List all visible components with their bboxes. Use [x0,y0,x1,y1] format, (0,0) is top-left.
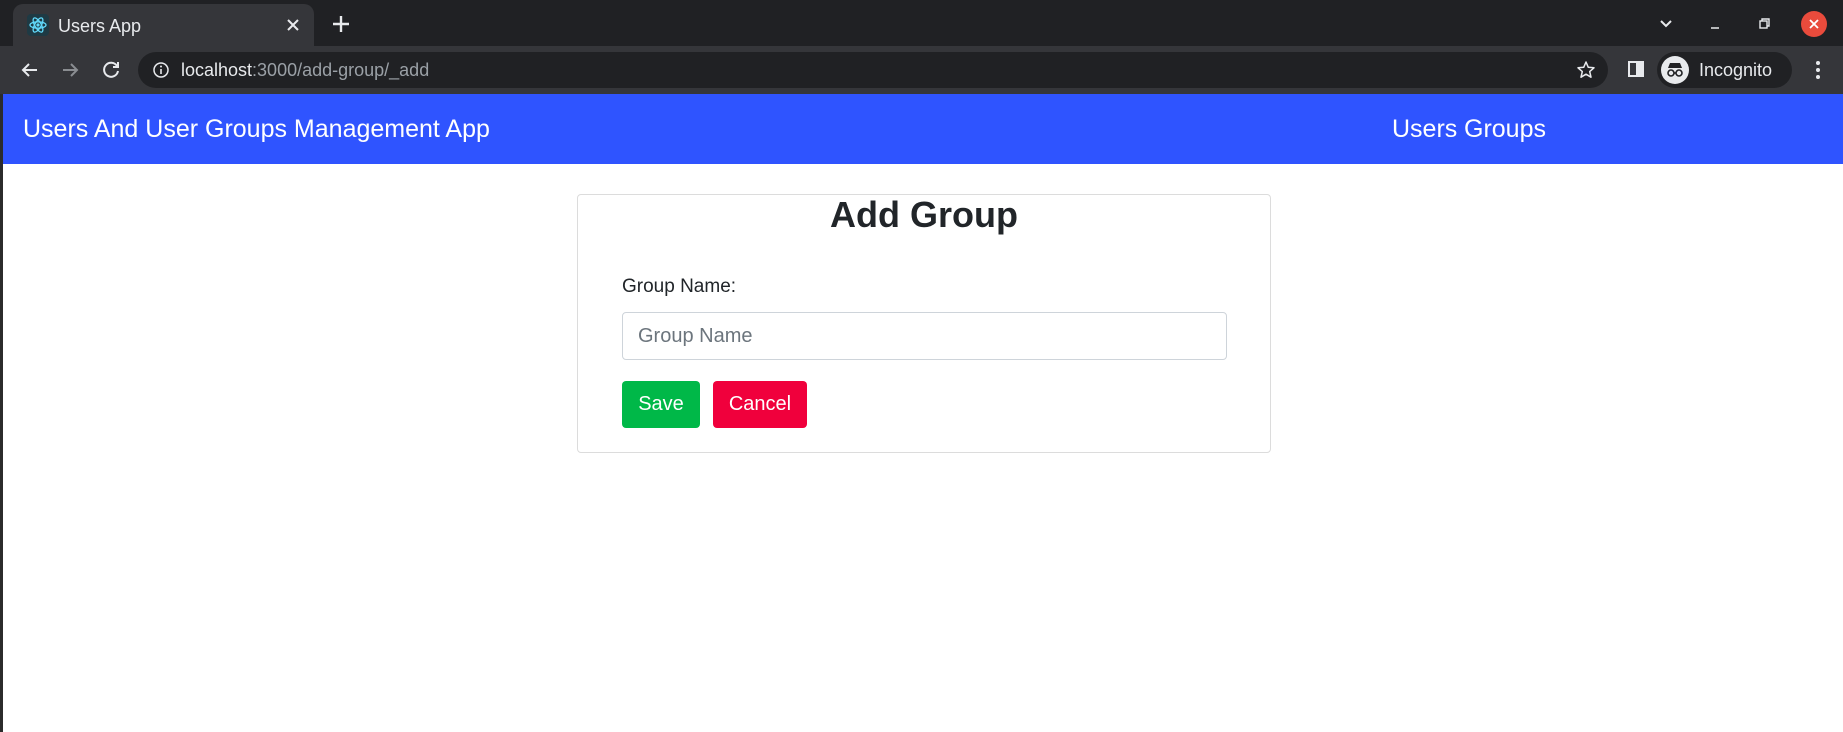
url-host: localhost [181,60,253,80]
add-group-card: Add Group Group Name: Save Cancel [577,194,1271,453]
page-title: Add Group [830,194,1018,235]
react-logo-icon [27,14,49,36]
info-icon[interactable] [152,61,170,79]
address-bar[interactable]: localhost:3000/add-group/_add [138,52,1608,88]
restore-icon[interactable] [1751,12,1777,36]
app-navbar: Users And User Groups Management App Use… [3,94,1843,164]
page-content: Users And User Groups Management App Use… [3,94,1843,732]
save-button[interactable]: Save [622,381,700,428]
cancel-button[interactable]: Cancel [713,381,807,428]
group-name-label: Group Name: [622,276,737,297]
tab-title: Users App [58,16,142,36]
navbar-brand[interactable]: Users And User Groups Management App [23,114,490,144]
close-icon[interactable] [282,14,304,36]
group-name-input[interactable] [622,312,1227,360]
star-icon[interactable] [1576,60,1596,80]
url-text: localhost:3000/add-group/_add [181,60,429,80]
arrow-right-icon[interactable] [57,57,83,83]
reload-icon[interactable] [98,57,124,83]
nav-link-users[interactable]: Users [1392,114,1457,144]
incognito-label: Incognito [1699,60,1773,80]
browser-tab[interactable]: Users App [13,4,314,46]
minimize-icon[interactable] [1702,12,1728,36]
url-path: :3000/add-group/_add [252,60,430,80]
side-panel-icon[interactable] [1625,58,1647,80]
plus-icon[interactable] [328,11,354,37]
browser-toolbar: localhost:3000/add-group/_add Incognito [0,46,1843,94]
incognito-profile-button[interactable]: Incognito [1657,52,1792,88]
close-icon[interactable] [1801,11,1827,37]
incognito-icon [1661,56,1689,84]
arrow-left-icon[interactable] [17,57,43,83]
kebab-menu-icon[interactable] [1808,58,1828,82]
chevron-down-icon[interactable] [1653,12,1679,36]
browser-tab-strip: Users App [0,0,1843,46]
nav-link-groups[interactable]: Groups [1464,114,1546,144]
